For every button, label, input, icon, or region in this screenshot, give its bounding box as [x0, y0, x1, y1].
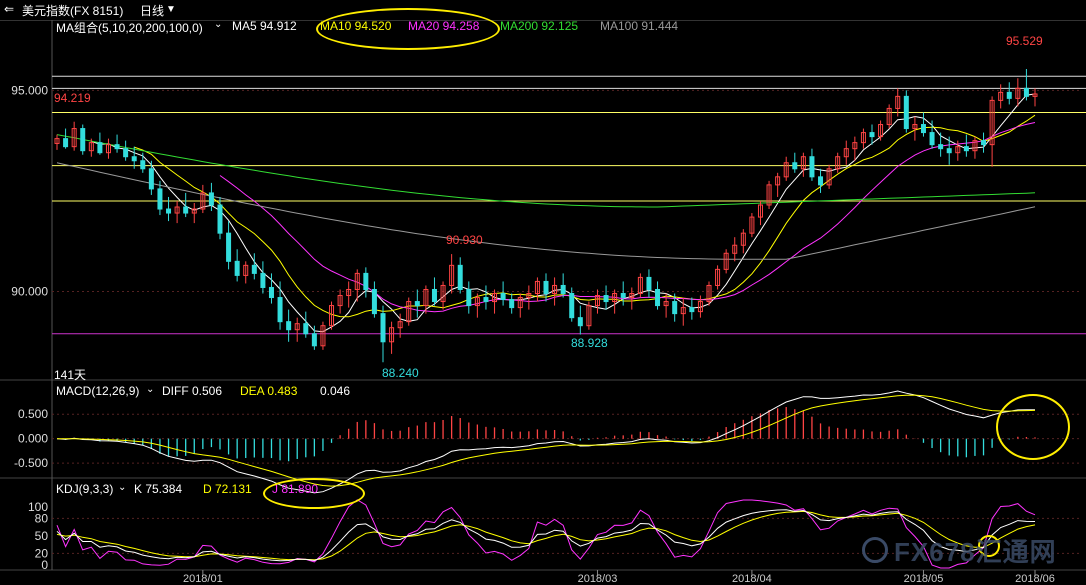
kdj-k-value: K 75.384: [134, 482, 183, 496]
price-tick-label: 90.000: [11, 285, 48, 299]
candle-body: [869, 132, 875, 138]
kdj-tick-label: 50: [35, 529, 49, 543]
candle-body: [672, 301, 678, 315]
ma100-line: [56, 162, 1036, 260]
candle-body: [371, 288, 377, 315]
candle-body: [157, 188, 163, 210]
candle-body: [226, 232, 232, 262]
candle-body: [946, 148, 952, 154]
chevron-down-icon[interactable]: ⌄: [214, 19, 222, 30]
candle-body: [431, 288, 437, 303]
candle-body: [655, 288, 661, 307]
candle-body: [509, 299, 515, 309]
macd-indicator-label[interactable]: MACD(12,26,9): [56, 384, 139, 398]
watermark: FX678汇通网: [894, 537, 1057, 567]
ma5-value: MA5 94.912: [232, 19, 297, 33]
macd-dea-line: [56, 394, 1036, 487]
candle-body: [277, 297, 283, 323]
candle-body: [577, 317, 583, 327]
x-tick-label: 2018/01: [183, 573, 223, 585]
ma100-value: MA100 91.444: [600, 19, 679, 33]
kdj-tick-label: 80: [35, 511, 49, 525]
candle-body: [603, 295, 609, 303]
candle-body: [148, 168, 154, 190]
x-tick-label: 2018/04: [732, 573, 772, 585]
candle-body: [131, 156, 137, 162]
macd-tick-label: -0.500: [14, 456, 48, 470]
candle-body: [303, 323, 309, 335]
candle-body: [938, 144, 944, 150]
mid-low-annotation: 88.928: [571, 336, 608, 350]
candle-body: [920, 124, 926, 134]
candle-body: [97, 142, 103, 154]
ma20-line: [219, 122, 1036, 313]
candle-body: [809, 156, 815, 178]
kdj-indicator-label[interactable]: KDJ(9,3,3): [56, 482, 113, 496]
ma10-line: [134, 114, 1036, 318]
candle-body: [560, 284, 566, 295]
candle-body: [123, 148, 129, 158]
chevron-down-icon[interactable]: ⌄: [146, 384, 154, 395]
candlestick-series: [54, 69, 1038, 363]
candle-body: [114, 144, 120, 150]
kdj-tick-label: 0: [41, 558, 48, 572]
chart-svg: 95.000 90.000 2018/01 2018/03 2018/04 2018/05…: [0, 20, 1086, 585]
days-label: 141天: [54, 368, 87, 382]
candle-body: [260, 272, 266, 288]
macd-dea-value: DEA 0.483: [240, 384, 298, 398]
chevron-down-icon[interactable]: ⌄: [118, 482, 126, 493]
candle-body: [311, 333, 317, 347]
macd-diff-value: DIFF 0.506: [162, 384, 223, 398]
candle-body: [140, 160, 146, 170]
candle-body: [543, 280, 549, 295]
candle-body: [217, 204, 223, 234]
left-value-annotation: 94.219: [54, 91, 91, 105]
macd-tick-label: 0.500: [18, 407, 48, 421]
x-tick-label: 2018/06: [1015, 573, 1055, 585]
price-tick-label: 95.000: [11, 83, 48, 97]
candle-body: [1006, 91, 1012, 99]
candle-body: [483, 297, 489, 303]
candle-body: [268, 286, 274, 299]
candle-body: [63, 138, 69, 148]
candle-body: [689, 307, 695, 313]
highlight-ellipse-ma: [316, 8, 500, 50]
macd-tick-label: 0.000: [18, 432, 48, 446]
candle-body: [466, 288, 472, 307]
candle-body: [286, 321, 292, 331]
candle-body: [1023, 87, 1029, 97]
low-annotation: 88.240: [382, 366, 419, 380]
candle-body: [380, 313, 386, 343]
candle-body: [903, 95, 909, 130]
high-annotation: 95.529: [1006, 34, 1043, 48]
ma200-line: [56, 134, 1036, 208]
ma200-value: MA200 92.125: [500, 19, 579, 33]
candle-body: [80, 128, 86, 152]
candle-body: [929, 132, 935, 146]
ma-indicator-label[interactable]: MA组合(5,10,20,200,100,0): [56, 19, 203, 36]
macd-hist-value: 0.046: [320, 384, 351, 398]
kdj-d-value: D 72.131: [203, 482, 252, 496]
candle-body: [166, 208, 172, 214]
x-tick-label: 2018/03: [578, 573, 618, 585]
candle-body: [363, 272, 369, 290]
candle-body: [569, 293, 575, 319]
candle-body: [234, 260, 240, 276]
candle-body: [620, 293, 626, 299]
candle-body: [183, 206, 189, 214]
highlight-ellipse-kdj: [263, 478, 365, 509]
highlight-ellipse-macd: [996, 394, 1070, 460]
x-tick-label: 2018/05: [904, 573, 944, 585]
candle-body: [414, 301, 420, 307]
candle-body: [792, 162, 798, 170]
candle-body: [457, 264, 463, 290]
candle-body: [251, 264, 257, 274]
candle-body: [500, 293, 506, 301]
candle-body: [963, 146, 969, 152]
candle-body: [646, 276, 652, 290]
mid-peak-annotation: 90.930: [446, 233, 483, 247]
candle-body: [818, 176, 824, 186]
candle-body: [208, 192, 214, 206]
candle-body: [981, 140, 987, 146]
